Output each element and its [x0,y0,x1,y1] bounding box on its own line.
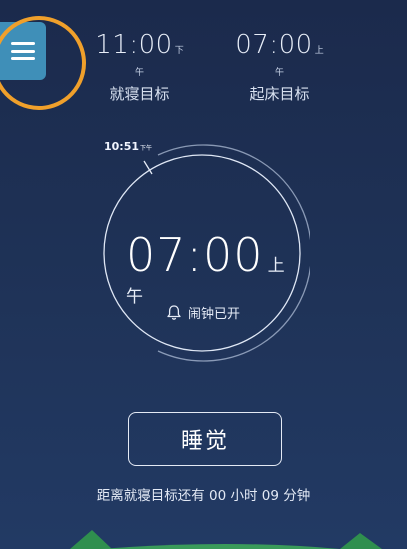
bedtime-target[interactable]: 11:00 下午 就寝目标 [92,30,187,104]
hamburger-menu-icon [11,42,35,60]
sleep-button[interactable]: 睡觉 [128,412,282,466]
wake-label: 起床目标 [249,85,310,103]
tree-right [340,533,382,549]
remaining-time-text: 距离就寝目标还有 00 小时 09 分钟 [96,488,311,504]
bedtime-time: 11:00 [95,30,173,60]
wake-target[interactable]: 07:00 上午 起床目标 [232,30,327,104]
bell-icon [167,305,181,320]
alarm-status[interactable]: 闹钟已开 [166,303,240,322]
menu-button[interactable] [0,22,46,80]
alarm-time-value: 07:00 [126,228,264,282]
tree-left [70,530,112,549]
current-time-value: 10:51 [104,140,140,153]
bedtime-label: 就寝目标 [109,85,170,103]
alarm-status-label: 闹钟已开 [188,307,241,322]
wake-time: 07:00 [235,30,313,60]
ground-decoration [70,530,382,549]
current-time: 10:51下午 [104,140,152,153]
alarm-time[interactable]: 07:00 上午 [126,228,296,307]
hill [100,544,340,549]
current-time-ampm: 下午 [140,145,153,152]
